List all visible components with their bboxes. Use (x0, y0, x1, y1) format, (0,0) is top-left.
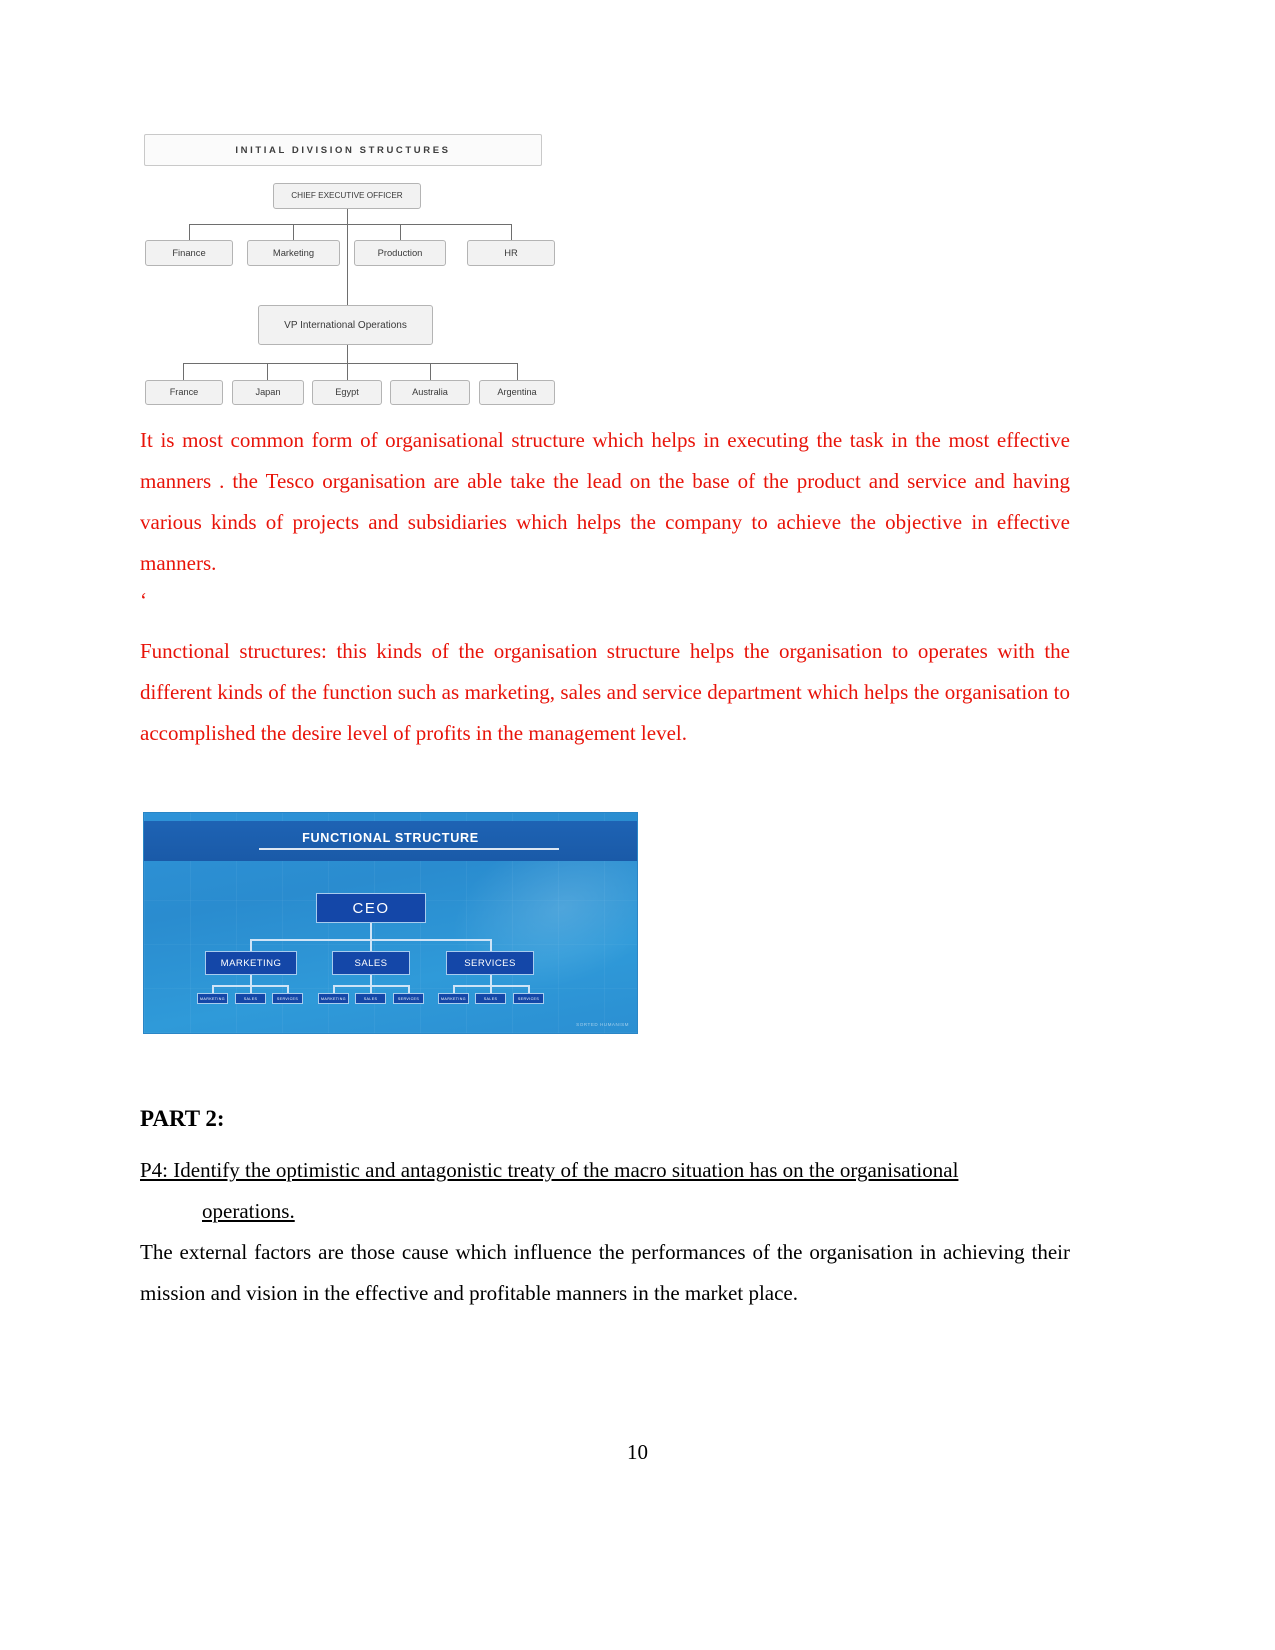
connector-ceo-to-vp (347, 224, 348, 305)
title-underline-rule (259, 848, 559, 850)
orgbox-marketing: Marketing (247, 240, 340, 266)
paragraph-common-form: It is most common form of organisational… (140, 428, 1070, 575)
connector-vp-vertical (347, 345, 348, 363)
connector-ceo-vertical (370, 923, 372, 940)
orgbox-australia: Australia (390, 380, 470, 405)
orgbox-marketing: MARKETING (205, 951, 297, 976)
connector-marketing-drop (250, 939, 252, 952)
orgbox-vp-international-operations: VP International Operations (258, 305, 433, 345)
connector-services-sub3-drop (528, 985, 530, 994)
orgbox-sales: SALES (332, 951, 410, 976)
p4-heading-line2: operations. (140, 1191, 1070, 1232)
orgbox-japan: Japan (232, 380, 304, 405)
orgbox-production: Production (354, 240, 446, 266)
connector-egypt-drop (347, 363, 348, 380)
document-page: INITIAL DIVISION STRUCTURES CHIEF EXECUT… (0, 0, 1275, 1650)
connector-production-drop (400, 224, 401, 240)
functional-structure-header: FUNCTIONAL STRUCTURE (144, 821, 637, 862)
orgbox-marketing-sub-marketing: MARKETING (197, 993, 228, 1005)
connector-finance-drop (189, 224, 190, 240)
connector-france-drop (183, 363, 184, 380)
part2-heading: PART 2: (140, 1106, 225, 1132)
diagram-title-initial-division: INITIAL DIVISION STRUCTURES (144, 134, 542, 166)
connector-marketing-sub1-drop (212, 985, 214, 994)
connector-argentina-drop (517, 363, 518, 380)
connector-sales-sub1-drop (333, 985, 335, 994)
orgbox-france: France (145, 380, 223, 405)
orgbox-sales-sub-sales: SALES (355, 993, 386, 1005)
connector-sales-sub3-drop (408, 985, 410, 994)
orgbox-services-sub-services: SERVICES (513, 993, 544, 1005)
connector-japan-drop (267, 363, 268, 380)
page-number: 10 (627, 1440, 648, 1464)
orgbox-services: SERVICES (446, 951, 534, 976)
orgbox-services-sub-marketing: MARKETING (438, 993, 469, 1005)
connector-sales-sub2-drop (370, 985, 372, 994)
diagram-watermark: SORTED HUMANISM (576, 1022, 629, 1028)
connector-ceo-vertical (347, 209, 348, 224)
connector-services-sub1-drop (453, 985, 455, 994)
page-content: INITIAL DIVISION STRUCTURES CHIEF EXECUT… (140, 120, 1070, 1314)
orgbox-services-sub-sales: SALES (475, 993, 506, 1005)
connector-sales-drop (370, 939, 372, 952)
orgbox-chief-executive-officer: CHIEF EXECUTIVE OFFICER (273, 183, 421, 209)
p4-heading-line1: P4: Identify the optimistic and antagoni… (140, 1150, 1070, 1191)
connector-services-drop (490, 939, 492, 952)
initial-division-structures-diagram: INITIAL DIVISION STRUCTURES CHIEF EXECUT… (142, 120, 562, 416)
connector-hr-drop (511, 224, 512, 240)
p4-heading-line1-text: P4: Identify the optimistic and antagoni… (140, 1158, 959, 1183)
connector-services-sub-vertical (490, 975, 492, 986)
connector-marketing-sub-vertical (250, 975, 252, 986)
orgbox-sales-sub-marketing: MARKETING (318, 993, 349, 1005)
orgbox-egypt: Egypt (312, 380, 382, 405)
orgbox-marketing-sub-services: SERVICES (272, 993, 303, 1005)
functional-structure-diagram: FUNCTIONAL STRUCTURE CEO MARKETING SALES… (143, 812, 638, 1035)
connector-services-sub2-drop (490, 985, 492, 994)
connector-sales-sub-vertical (370, 975, 372, 986)
connector-marketing-drop (293, 224, 294, 240)
orgbox-argentina: Argentina (479, 380, 555, 405)
p4-heading-line2-text: operations. (202, 1199, 295, 1224)
orgbox-hr: HR (467, 240, 555, 266)
orgbox-marketing-sub-sales: SALES (235, 993, 266, 1005)
stray-quote-mark: ‘ (140, 587, 147, 612)
connector-australia-drop (430, 363, 431, 380)
orgbox-sales-sub-services: SERVICES (393, 993, 424, 1005)
paragraph-functional-structures: Functional structures: this kinds of the… (140, 639, 1070, 746)
orgbox-ceo: CEO (316, 893, 426, 924)
connector-marketing-sub3-drop (287, 985, 289, 994)
connector-marketing-sub2-drop (250, 985, 252, 994)
diagram-title-functional-structure: FUNCTIONAL STRUCTURE (302, 831, 479, 846)
connector-level4-bus (183, 363, 517, 364)
paragraph-external-factors: The external factors are those cause whi… (140, 1240, 1070, 1305)
connector-level2-bus (189, 224, 511, 225)
orgbox-finance: Finance (145, 240, 233, 266)
